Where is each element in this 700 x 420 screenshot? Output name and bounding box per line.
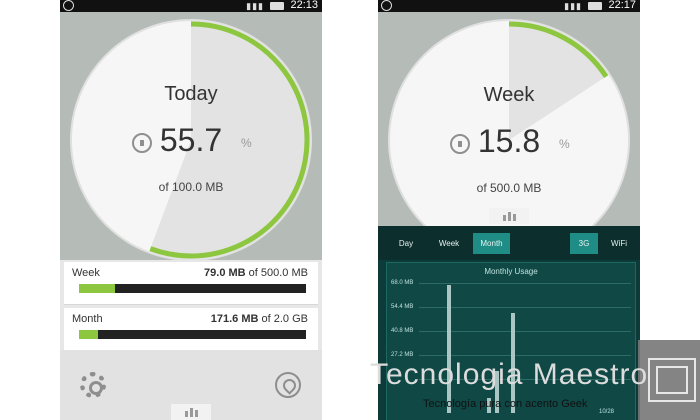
tab-3g[interactable]: 3G (570, 233, 598, 254)
gauge-period: Week (483, 84, 535, 106)
location-icon[interactable] (275, 372, 301, 398)
stat-label: Month (72, 313, 103, 325)
monthly-usage-chart: Monthly Usage 68.0 MB 54.4 MB 40.8 MB 27… (386, 262, 636, 420)
gauge-total: of 500.0 MB (476, 181, 542, 195)
phone-screen-week: ▮▮▮ 22:17 Week 15.8 % of 500.0 MB Day We… (378, 0, 640, 420)
status-bar: ▮▮▮ 22:13 (60, 0, 322, 12)
stat-of: of 2.0 GB (261, 313, 308, 325)
chart-title: Monthly Usage (484, 267, 538, 276)
tab-week[interactable]: Week (432, 233, 466, 254)
gear-icon[interactable] (80, 372, 106, 398)
progress-track (79, 284, 306, 293)
progress-fill (79, 330, 99, 339)
battery-icon (588, 2, 602, 10)
app-status-icon (381, 0, 392, 11)
status-time: 22:13 (290, 0, 318, 11)
status-bar: ▮▮▮ 22:17 (378, 0, 640, 12)
usage-bar (447, 285, 451, 413)
watermark-title: Tecnologia Maestro (370, 358, 649, 391)
bar-chart-icon[interactable] (489, 208, 529, 224)
bottom-bar (60, 350, 322, 420)
progress-track (79, 330, 306, 339)
period-tabs: Day Week Month 3G WiFi (378, 226, 640, 260)
stat-label: Week (72, 267, 100, 279)
y-tick: 54.4 MB (391, 304, 414, 310)
stat-value: 171.6 MB of 2.0 GB (211, 313, 308, 325)
stat-used: 171.6 MB (210, 313, 259, 325)
watermark-logo-icon (648, 358, 696, 402)
status-time: 22:17 (608, 0, 636, 11)
progress-fill (79, 284, 115, 293)
gauge-total: of 100.0 MB (158, 180, 224, 194)
watermark-subtitle: Tecnología pura con acento Geek (423, 398, 588, 410)
signal-icon: ▮▮▮ (564, 1, 582, 11)
stat-card-week[interactable]: Week 79.0 MB of 500.0 MB (64, 262, 318, 305)
phone-screen-today: ▮▮▮ 22:13 Today 55.7 % of 100.0 MB Week … (60, 0, 322, 420)
stat-card-month[interactable]: Month 171.6 MB of 2.0 GB (64, 308, 318, 351)
battery-icon (270, 2, 284, 10)
gauge-unit: % (241, 136, 252, 150)
grid-line (419, 283, 631, 284)
tab-day[interactable]: Day (390, 233, 422, 254)
stat-of: of 500.0 MB (248, 267, 308, 279)
gauge-unit: % (559, 137, 570, 151)
gauge-value: 15.8 (477, 123, 541, 159)
stats-panel: Week 79.0 MB of 500.0 MB Month 171.6 MB … (60, 260, 322, 351)
gauge-period: Today (164, 83, 218, 105)
y-tick: 68.0 MB (391, 280, 414, 286)
stat-value: 79.0 MB of 500.0 MB (204, 267, 308, 279)
y-tick: 40.8 MB (391, 328, 414, 334)
bar-chart-icon[interactable] (171, 404, 211, 420)
app-status-icon (63, 0, 74, 11)
stat-used: 79.0 MB (204, 267, 246, 279)
signal-icon: ▮▮▮ (246, 1, 264, 11)
gauge-value: 55.7 (159, 122, 223, 158)
tab-wifi[interactable]: WiFi (604, 233, 634, 254)
x-tick: 10/28 (599, 409, 615, 415)
tab-month[interactable]: Month (473, 233, 510, 254)
